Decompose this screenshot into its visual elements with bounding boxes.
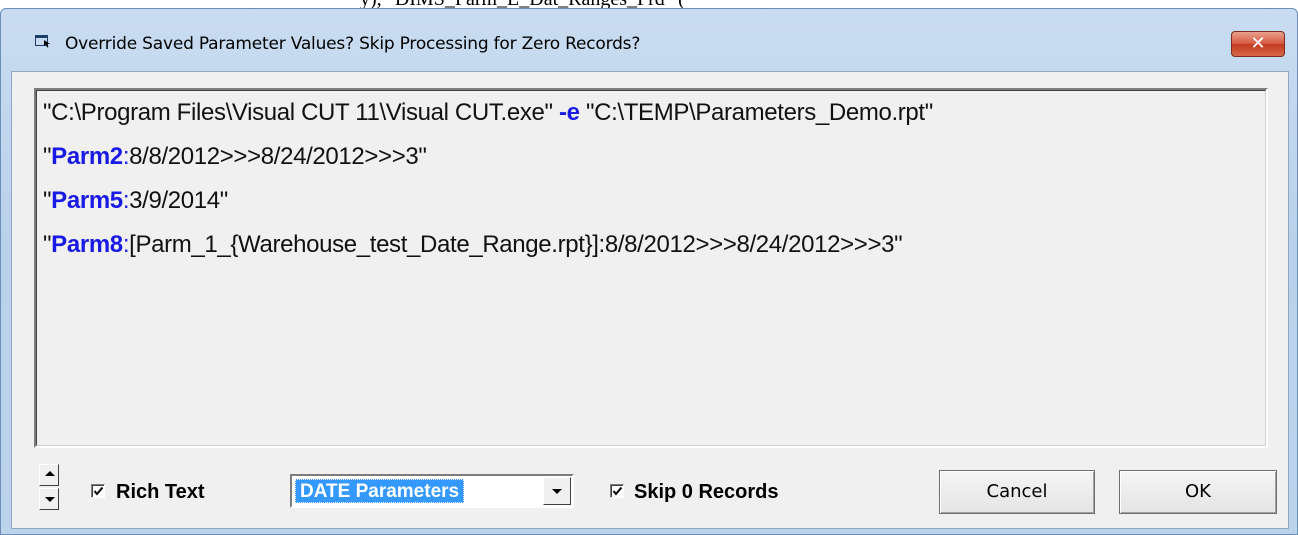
arrow-up-icon bbox=[45, 471, 55, 476]
text-token: "C:\TEMP\Parameters_Demo.rpt" bbox=[579, 99, 933, 126]
dropdown-toggle-button[interactable] bbox=[543, 477, 571, 505]
rich-text-checkbox[interactable] bbox=[91, 484, 105, 498]
text-token: [Parm_1_{Warehouse_test_Date_Range.rpt}]… bbox=[129, 231, 903, 258]
ok-button[interactable]: OK bbox=[1119, 470, 1277, 514]
close-icon: ✕ bbox=[1250, 33, 1266, 54]
command-line-editor[interactable]: "C:\Program Files\Visual CUT 11\Visual C… bbox=[34, 88, 1268, 448]
chevron-down-icon bbox=[552, 489, 562, 494]
text-token: " bbox=[43, 143, 52, 170]
editor-content[interactable]: "C:\Program Files\Visual CUT 11\Visual C… bbox=[36, 90, 1266, 446]
spin-down-button[interactable] bbox=[39, 488, 59, 510]
editor-line: "C:\Program Files\Visual CUT 11\Visual C… bbox=[43, 99, 933, 127]
text-token: "C:\Program Files\Visual CUT 11\Visual C… bbox=[43, 99, 559, 126]
skip-zero-records-checkbox[interactable] bbox=[610, 484, 624, 498]
dropdown-selected-value: DATE Parameters bbox=[295, 479, 465, 503]
keyword-token: Parm5 bbox=[51, 187, 123, 214]
font-size-spinner[interactable] bbox=[39, 464, 59, 510]
cancel-button[interactable]: Cancel bbox=[939, 470, 1095, 514]
skip-zero-records-label[interactable]: Skip 0 Records bbox=[634, 481, 779, 504]
dialog-client-area: "C:\Program Files\Visual CUT 11\Visual C… bbox=[11, 71, 1289, 529]
text-token: " bbox=[43, 231, 52, 258]
window-icon bbox=[35, 35, 50, 48]
dialog-window: Override Saved Parameter Values? Skip Pr… bbox=[0, 8, 1298, 535]
spin-up-button[interactable] bbox=[39, 464, 59, 486]
title-bar[interactable]: Override Saved Parameter Values? Skip Pr… bbox=[1, 9, 1297, 73]
keyword-token: Parm8 bbox=[51, 231, 123, 258]
editor-line: "Parm2:8/8/2012>>>8/24/2012>>>3" bbox=[43, 143, 427, 171]
arrow-down-icon bbox=[45, 497, 55, 502]
parameter-filter-dropdown[interactable]: DATE Parameters bbox=[290, 474, 574, 508]
checkmark-icon bbox=[93, 486, 104, 496]
window-title: Override Saved Parameter Values? Skip Pr… bbox=[65, 34, 641, 54]
keyword-token: -e bbox=[558, 99, 580, 126]
editor-line: "Parm8:[Parm_1_{Warehouse_test_Date_Rang… bbox=[43, 231, 903, 259]
text-token: 8/8/2012>>>8/24/2012>>>3" bbox=[129, 143, 427, 170]
keyword-token: Parm2 bbox=[51, 143, 123, 170]
text-token: 3/9/2014" bbox=[129, 187, 228, 214]
editor-line: "Parm5:3/9/2014" bbox=[43, 187, 228, 215]
close-button[interactable]: ✕ bbox=[1231, 31, 1285, 57]
text-token: " bbox=[43, 187, 52, 214]
rich-text-label[interactable]: Rich Text bbox=[116, 481, 205, 504]
checkmark-icon bbox=[612, 486, 623, 496]
